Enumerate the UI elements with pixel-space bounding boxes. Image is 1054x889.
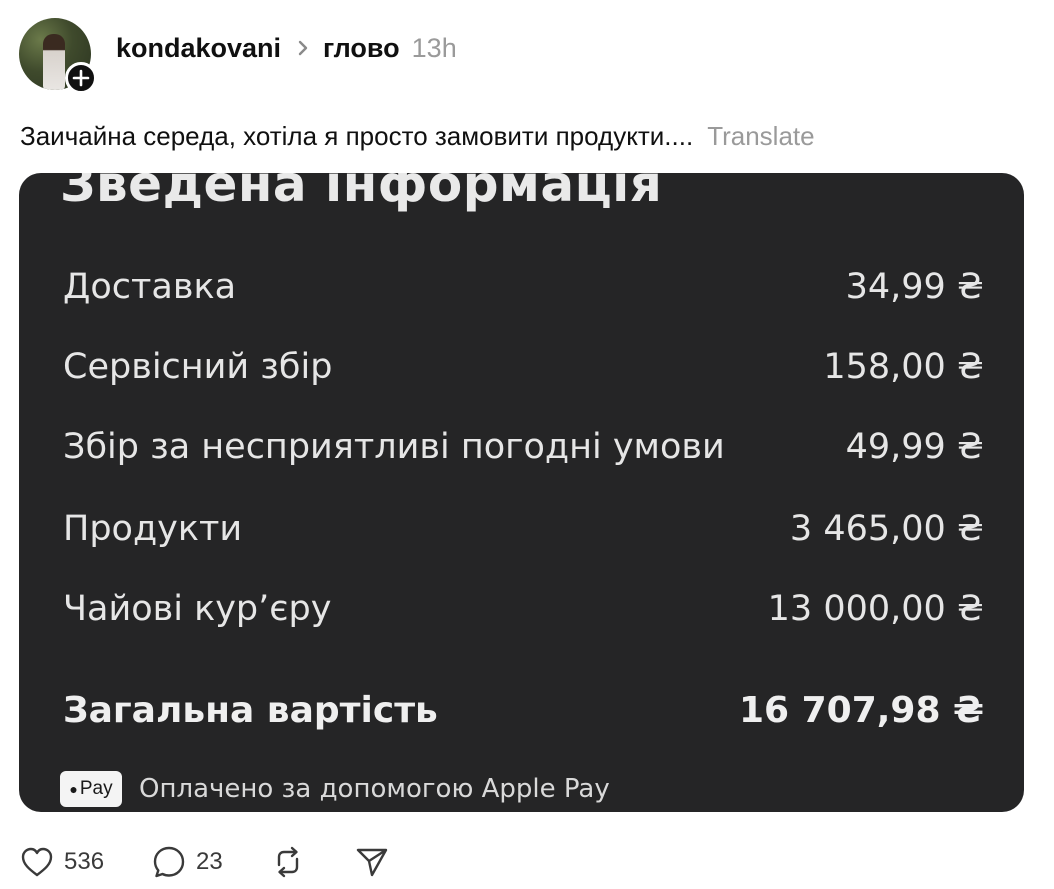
receipt-total-row: Загальна вартість 16 707,98 ₴	[63, 688, 984, 732]
receipt-row-value: 34,99 ₴	[845, 267, 984, 307]
apple-pay-badge-label: Pay	[79, 778, 113, 799]
post-text: Заичайна середа, хотіла я просто замовит…	[20, 119, 815, 153]
comment-icon	[153, 846, 185, 878]
apple-pay-badge: ● Pay	[60, 771, 122, 807]
receipt-total-value: 16 707,98 ₴	[738, 689, 984, 731]
receipt-row-label: Збір за несприятливі погодні умови	[63, 427, 725, 467]
post-body: Заичайна середа, хотіла я просто замовит…	[20, 121, 694, 151]
apple-icon: ●	[69, 781, 78, 797]
avatar-container[interactable]	[19, 18, 97, 94]
like-button[interactable]: 536	[20, 846, 104, 878]
receipt-title: Зведена інформація	[60, 173, 663, 213]
post-header: kondakovani глово 13h	[19, 16, 457, 94]
post-timestamp: 13h	[411, 33, 457, 63]
heart-icon	[21, 847, 53, 877]
receipt-row-value: 49,99 ₴	[845, 427, 984, 467]
receipt-row-value: 13 000,00 ₴	[767, 589, 984, 629]
translate-link[interactable]: Translate	[707, 121, 814, 151]
follow-button[interactable]	[65, 62, 97, 94]
post-actions: 536 23	[20, 842, 437, 882]
share-button[interactable]	[355, 846, 389, 878]
receipt-row-label: Сервісний збір	[63, 347, 333, 387]
post-image[interactable]: Зведена інформація Доставка 34,99 ₴ Серв…	[19, 173, 1024, 812]
repost-icon	[277, 846, 298, 878]
receipt-row: Доставка 34,99 ₴	[63, 265, 984, 309]
comment-button[interactable]: 23	[152, 845, 223, 879]
payment-note: Оплачено за допомогою Apple Pay	[139, 774, 610, 804]
receipt-row-label: Продукти	[63, 509, 243, 549]
receipt-row-value: 158,00 ₴	[823, 347, 984, 387]
repost-button[interactable]	[271, 845, 305, 879]
payment-method: ● Pay Оплачено за допомогою Apple Pay	[60, 771, 610, 807]
avatar-photo	[43, 34, 65, 90]
author-line: kondakovani глово 13h	[116, 32, 457, 64]
like-count: 536	[64, 848, 105, 875]
receipt-row: Чайові кур’єру 13 000,00 ₴	[63, 587, 984, 631]
receipt-row: Сервісний збір 158,00 ₴	[63, 345, 984, 389]
send-icon	[356, 848, 387, 877]
plus-icon	[72, 69, 90, 87]
receipt-total-label: Загальна вартість	[63, 689, 438, 731]
receipt-row-label: Чайові кур’єру	[63, 589, 332, 629]
receipt-row-label: Доставка	[63, 267, 237, 307]
chevron-right-icon	[297, 39, 309, 57]
receipt-row: Збір за несприятливі погодні умови 49,99…	[63, 425, 984, 469]
topic-link[interactable]: глово	[323, 32, 400, 64]
username-link[interactable]: kondakovani	[116, 32, 281, 64]
receipt-row-value: 3 465,00 ₴	[789, 509, 984, 549]
comment-count: 23	[196, 848, 223, 875]
receipt-row: Продукти 3 465,00 ₴	[63, 507, 984, 551]
